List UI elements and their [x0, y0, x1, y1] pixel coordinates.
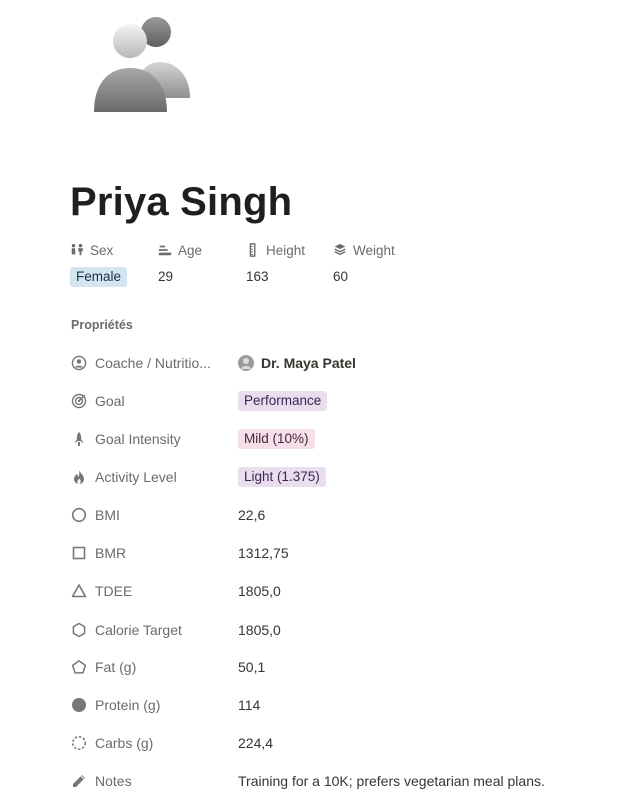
property-row-coach[interactable]: Coache / Nutritio... Dr. Maya Patel [71, 351, 611, 375]
quick-prop-label: Weight [353, 242, 395, 258]
people-avatar-icon[interactable] [90, 14, 194, 118]
property-label: Coache / Nutritio... [95, 355, 211, 371]
quick-prop-height[interactable]: Height 163 [246, 240, 305, 292]
fat-value[interactable]: 50,1 [238, 659, 265, 675]
age-icon [158, 245, 172, 256]
square-outline-icon [72, 546, 86, 560]
activity-level-pill[interactable]: Light (1.375) [238, 467, 326, 487]
quick-prop-age[interactable]: Age 29 [158, 240, 202, 292]
property-row-calorie-target[interactable]: Calorie Target 1805,0 [71, 618, 611, 642]
tdee-value[interactable]: 1805,0 [238, 583, 281, 599]
coach-name[interactable]: Dr. Maya Patel [261, 355, 356, 371]
property-row-goal[interactable]: Goal Performance [71, 389, 611, 413]
property-row-bmr[interactable]: BMR 1312,75 [71, 541, 611, 565]
person-circle-icon [71, 355, 87, 371]
calorie-target-value[interactable]: 1805,0 [238, 622, 281, 638]
weight-value[interactable]: 60 [333, 267, 395, 287]
page-title[interactable]: Priya Singh [70, 180, 292, 225]
property-row-bmi[interactable]: BMI 22,6 [71, 503, 611, 527]
property-row-activity-level[interactable]: Activity Level Light (1.375) [71, 465, 611, 489]
ruler-icon [249, 243, 256, 257]
carbs-value[interactable]: 224,4 [238, 735, 273, 751]
property-row-fat[interactable]: Fat (g) 50,1 [71, 655, 611, 679]
sex-value-pill[interactable]: Female [70, 267, 128, 287]
quick-prop-sex[interactable]: Sex Female [70, 240, 128, 292]
filled-circle-icon [72, 698, 86, 712]
age-value[interactable]: 29 [158, 267, 202, 287]
weight-icon [334, 243, 346, 256]
property-label: Goal Intensity [95, 431, 181, 447]
property-row-tdee[interactable]: TDEE 1805,0 [71, 579, 611, 603]
property-row-goal-intensity[interactable]: Goal Intensity Mild (10%) [71, 427, 611, 451]
property-row-notes[interactable]: Notes Training for a 10K; prefers vegeta… [71, 769, 611, 793]
coach-avatar [238, 355, 254, 371]
quick-prop-label: Height [266, 242, 306, 258]
protein-value[interactable]: 114 [238, 697, 260, 713]
property-label: BMR [95, 545, 127, 561]
property-label: Activity Level [95, 469, 177, 485]
rocket-icon [74, 432, 84, 446]
sex-icon [71, 243, 84, 256]
pencil-icon [73, 775, 85, 787]
property-label: Calorie Target [95, 622, 182, 638]
property-row-protein[interactable]: Protein (g) 114 [71, 693, 611, 717]
property-label: Notes [95, 773, 132, 789]
properties-section-title: Propriétés [71, 318, 133, 332]
property-label: BMI [95, 507, 120, 523]
pentagon-outline-icon [71, 660, 87, 674]
bmi-value[interactable]: 22,6 [238, 507, 265, 523]
quick-prop-label: Age [178, 242, 203, 258]
property-row-carbs[interactable]: Carbs (g) 224,4 [71, 731, 611, 755]
notes-value[interactable]: Training for a 10K; prefers vegetarian m… [238, 773, 545, 789]
quick-prop-weight[interactable]: Weight 60 [333, 240, 395, 292]
property-label: TDEE [95, 583, 133, 599]
hexagon-outline-icon [72, 622, 86, 638]
property-label: Protein (g) [95, 697, 161, 713]
goal-pill[interactable]: Performance [238, 391, 328, 411]
target-icon [71, 393, 87, 409]
bmr-value[interactable]: 1312,75 [238, 545, 289, 561]
property-label: Fat (g) [95, 659, 137, 675]
height-value[interactable]: 163 [246, 267, 305, 287]
circle-outline-icon [71, 507, 87, 523]
goal-intensity-pill[interactable]: Mild (10%) [238, 429, 315, 449]
triangle-outline-icon [71, 584, 87, 598]
property-label: Goal [95, 393, 125, 409]
flame-icon [74, 470, 84, 484]
property-label: Carbs (g) [95, 735, 154, 751]
quick-prop-label: Sex [90, 242, 114, 258]
dashed-circle-icon [71, 735, 87, 751]
